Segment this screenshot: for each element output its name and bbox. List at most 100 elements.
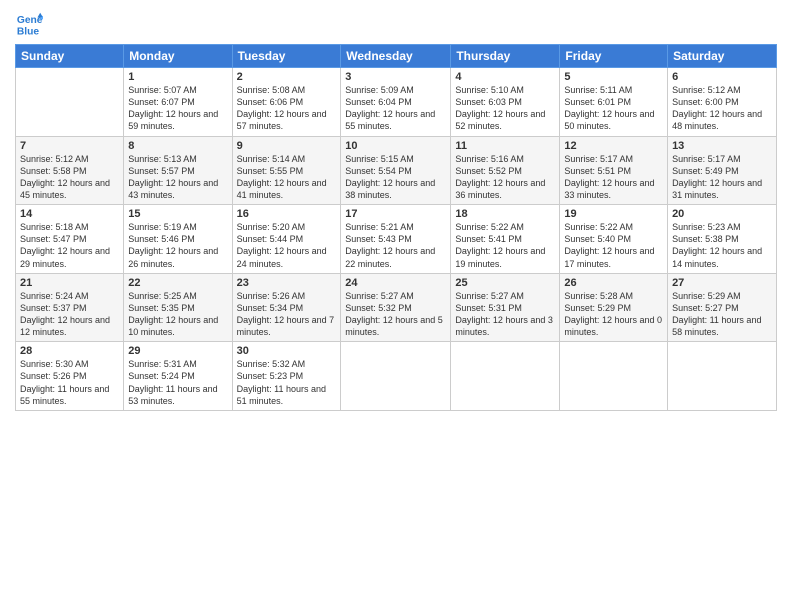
logo-icon: General Blue [15,10,43,38]
cell-info: Sunrise: 5:15 AMSunset: 5:54 PMDaylight:… [345,153,446,202]
day-number: 26 [564,277,663,289]
calendar-cell: 9Sunrise: 5:14 AMSunset: 5:55 PMDaylight… [232,136,341,205]
day-number: 22 [128,277,227,289]
day-number: 28 [20,345,119,357]
weekday-header-row: SundayMondayTuesdayWednesdayThursdayFrid… [16,45,777,68]
calendar-cell: 29Sunrise: 5:31 AMSunset: 5:24 PMDayligh… [124,342,232,411]
day-number: 4 [455,71,555,83]
calendar-cell: 14Sunrise: 5:18 AMSunset: 5:47 PMDayligh… [16,205,124,274]
cell-info: Sunrise: 5:10 AMSunset: 6:03 PMDaylight:… [455,84,555,133]
calendar-cell: 7Sunrise: 5:12 AMSunset: 5:58 PMDaylight… [16,136,124,205]
calendar-cell: 4Sunrise: 5:10 AMSunset: 6:03 PMDaylight… [451,68,560,137]
weekday-header-friday: Friday [560,45,668,68]
calendar-cell: 21Sunrise: 5:24 AMSunset: 5:37 PMDayligh… [16,273,124,342]
weekday-header-monday: Monday [124,45,232,68]
weekday-header-thursday: Thursday [451,45,560,68]
calendar-cell: 13Sunrise: 5:17 AMSunset: 5:49 PMDayligh… [668,136,777,205]
calendar-cell: 6Sunrise: 5:12 AMSunset: 6:00 PMDaylight… [668,68,777,137]
day-number: 19 [564,208,663,220]
calendar-cell: 3Sunrise: 5:09 AMSunset: 6:04 PMDaylight… [341,68,451,137]
cell-info: Sunrise: 5:21 AMSunset: 5:43 PMDaylight:… [345,221,446,270]
day-number: 9 [237,140,337,152]
day-number: 5 [564,71,663,83]
weekday-header-sunday: Sunday [16,45,124,68]
day-number: 11 [455,140,555,152]
cell-info: Sunrise: 5:17 AMSunset: 5:49 PMDaylight:… [672,153,772,202]
cell-info: Sunrise: 5:32 AMSunset: 5:23 PMDaylight:… [237,358,337,407]
cell-info: Sunrise: 5:17 AMSunset: 5:51 PMDaylight:… [564,153,663,202]
day-number: 16 [237,208,337,220]
calendar-cell [451,342,560,411]
day-number: 3 [345,71,446,83]
day-number: 13 [672,140,772,152]
calendar-cell: 15Sunrise: 5:19 AMSunset: 5:46 PMDayligh… [124,205,232,274]
cell-info: Sunrise: 5:31 AMSunset: 5:24 PMDaylight:… [128,358,227,407]
week-row-4: 21Sunrise: 5:24 AMSunset: 5:37 PMDayligh… [16,273,777,342]
cell-info: Sunrise: 5:25 AMSunset: 5:35 PMDaylight:… [128,290,227,339]
calendar-cell: 25Sunrise: 5:27 AMSunset: 5:31 PMDayligh… [451,273,560,342]
day-number: 17 [345,208,446,220]
calendar-cell: 24Sunrise: 5:27 AMSunset: 5:32 PMDayligh… [341,273,451,342]
week-row-3: 14Sunrise: 5:18 AMSunset: 5:47 PMDayligh… [16,205,777,274]
calendar-cell: 28Sunrise: 5:30 AMSunset: 5:26 PMDayligh… [16,342,124,411]
day-number: 18 [455,208,555,220]
page-container: General Blue SundayMondayTuesdayWednesda… [0,0,792,421]
cell-info: Sunrise: 5:27 AMSunset: 5:31 PMDaylight:… [455,290,555,339]
calendar-cell [668,342,777,411]
day-number: 14 [20,208,119,220]
svg-text:Blue: Blue [17,26,40,37]
calendar-cell: 2Sunrise: 5:08 AMSunset: 6:06 PMDaylight… [232,68,341,137]
calendar-cell: 30Sunrise: 5:32 AMSunset: 5:23 PMDayligh… [232,342,341,411]
weekday-header-tuesday: Tuesday [232,45,341,68]
day-number: 10 [345,140,446,152]
calendar-cell: 16Sunrise: 5:20 AMSunset: 5:44 PMDayligh… [232,205,341,274]
calendar-cell: 20Sunrise: 5:23 AMSunset: 5:38 PMDayligh… [668,205,777,274]
calendar-cell: 12Sunrise: 5:17 AMSunset: 5:51 PMDayligh… [560,136,668,205]
calendar-cell [341,342,451,411]
cell-info: Sunrise: 5:12 AMSunset: 5:58 PMDaylight:… [20,153,119,202]
day-number: 20 [672,208,772,220]
calendar-table: SundayMondayTuesdayWednesdayThursdayFrid… [15,44,777,411]
cell-info: Sunrise: 5:12 AMSunset: 6:00 PMDaylight:… [672,84,772,133]
calendar-cell [560,342,668,411]
day-number: 1 [128,71,227,83]
cell-info: Sunrise: 5:13 AMSunset: 5:57 PMDaylight:… [128,153,227,202]
week-row-2: 7Sunrise: 5:12 AMSunset: 5:58 PMDaylight… [16,136,777,205]
weekday-header-saturday: Saturday [668,45,777,68]
day-number: 12 [564,140,663,152]
day-number: 8 [128,140,227,152]
calendar-cell: 5Sunrise: 5:11 AMSunset: 6:01 PMDaylight… [560,68,668,137]
day-number: 6 [672,71,772,83]
header: General Blue [15,10,777,38]
day-number: 30 [237,345,337,357]
calendar-cell: 18Sunrise: 5:22 AMSunset: 5:41 PMDayligh… [451,205,560,274]
cell-info: Sunrise: 5:07 AMSunset: 6:07 PMDaylight:… [128,84,227,133]
cell-info: Sunrise: 5:28 AMSunset: 5:29 PMDaylight:… [564,290,663,339]
calendar-cell: 19Sunrise: 5:22 AMSunset: 5:40 PMDayligh… [560,205,668,274]
cell-info: Sunrise: 5:09 AMSunset: 6:04 PMDaylight:… [345,84,446,133]
cell-info: Sunrise: 5:23 AMSunset: 5:38 PMDaylight:… [672,221,772,270]
cell-info: Sunrise: 5:08 AMSunset: 6:06 PMDaylight:… [237,84,337,133]
calendar-cell: 1Sunrise: 5:07 AMSunset: 6:07 PMDaylight… [124,68,232,137]
day-number: 27 [672,277,772,289]
cell-info: Sunrise: 5:29 AMSunset: 5:27 PMDaylight:… [672,290,772,339]
cell-info: Sunrise: 5:26 AMSunset: 5:34 PMDaylight:… [237,290,337,339]
day-number: 25 [455,277,555,289]
cell-info: Sunrise: 5:18 AMSunset: 5:47 PMDaylight:… [20,221,119,270]
cell-info: Sunrise: 5:22 AMSunset: 5:40 PMDaylight:… [564,221,663,270]
calendar-cell: 23Sunrise: 5:26 AMSunset: 5:34 PMDayligh… [232,273,341,342]
cell-info: Sunrise: 5:24 AMSunset: 5:37 PMDaylight:… [20,290,119,339]
cell-info: Sunrise: 5:16 AMSunset: 5:52 PMDaylight:… [455,153,555,202]
calendar-cell: 8Sunrise: 5:13 AMSunset: 5:57 PMDaylight… [124,136,232,205]
calendar-cell: 22Sunrise: 5:25 AMSunset: 5:35 PMDayligh… [124,273,232,342]
cell-info: Sunrise: 5:20 AMSunset: 5:44 PMDaylight:… [237,221,337,270]
calendar-cell: 17Sunrise: 5:21 AMSunset: 5:43 PMDayligh… [341,205,451,274]
calendar-cell: 27Sunrise: 5:29 AMSunset: 5:27 PMDayligh… [668,273,777,342]
day-number: 24 [345,277,446,289]
day-number: 15 [128,208,227,220]
week-row-1: 1Sunrise: 5:07 AMSunset: 6:07 PMDaylight… [16,68,777,137]
day-number: 21 [20,277,119,289]
day-number: 7 [20,140,119,152]
cell-info: Sunrise: 5:19 AMSunset: 5:46 PMDaylight:… [128,221,227,270]
day-number: 2 [237,71,337,83]
